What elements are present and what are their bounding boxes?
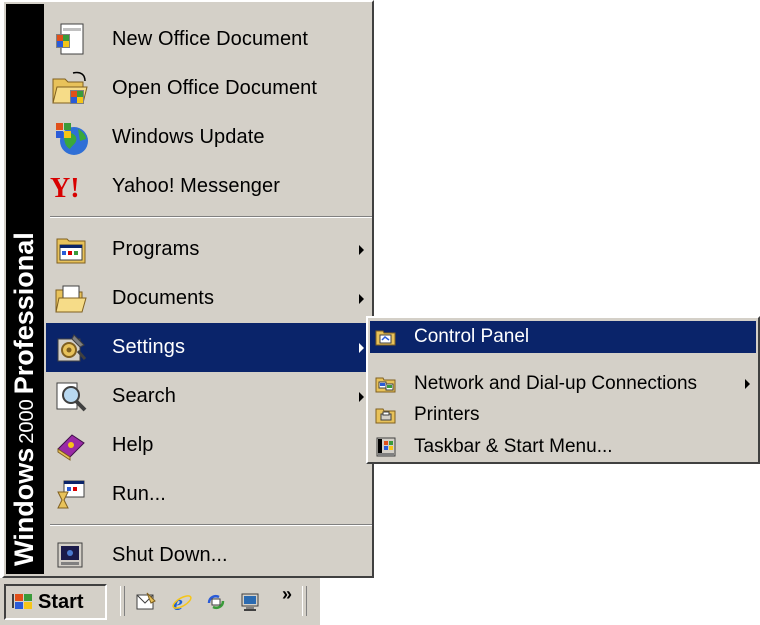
submenu-item-label: Network and Dial-up Connections <box>414 373 698 394</box>
menu-item-label: Open Office Document <box>112 77 318 99</box>
new-office-document-icon <box>46 15 96 64</box>
submenu-item-label: Control Panel <box>414 326 530 347</box>
submenu-arrow-icon <box>359 293 364 304</box>
menu-separator <box>50 524 372 526</box>
settings-submenu: Control Panel Network and Dial-up Connec… <box>366 316 760 464</box>
menu-item-settings[interactable]: Settings <box>46 323 372 372</box>
printers-folder-icon <box>374 403 398 427</box>
menu-item-label: Search <box>112 385 176 407</box>
banner-edition: Professional <box>9 232 39 394</box>
banner-brand: Windows <box>9 448 39 566</box>
outlook-express-icon[interactable] <box>134 590 158 614</box>
menu-item-search[interactable]: Search <box>46 372 372 421</box>
windows-logo-icon <box>12 592 34 612</box>
svg-text:Y!: Y! <box>50 173 80 202</box>
menu-item-label: Documents <box>112 287 215 309</box>
documents-folder-icon <box>46 274 96 323</box>
submenu-item-control-panel[interactable]: Control Panel <box>370 321 756 353</box>
submenu-arrow-icon <box>745 379 750 389</box>
start-button[interactable]: Start <box>4 584 107 620</box>
shut-down-icon <box>46 531 96 580</box>
start-label: Start <box>38 590 84 613</box>
menu-item-label: Programs <box>112 238 200 260</box>
svg-text:Windows2000Professional: Windows 2000 Professional <box>9 232 39 566</box>
programs-icon <box>46 225 96 274</box>
taskbar-icon <box>374 435 398 459</box>
submenu-item-network-and-dial-up-connections[interactable]: Network and Dial-up Connections <box>370 368 756 400</box>
menu-item-label: Shut Down... <box>112 544 228 566</box>
banner-version: 2000 <box>16 399 38 444</box>
menu-item-shut-down[interactable]: Shut Down... <box>46 531 372 580</box>
menu-item-label: Windows Update <box>112 126 265 148</box>
taskbar-divider <box>302 586 307 616</box>
quick-launch-more-chevron[interactable]: » <box>282 584 292 605</box>
run-icon <box>46 470 96 519</box>
submenu-arrow-icon <box>359 244 364 255</box>
menu-item-new-office-document[interactable]: New Office Document <box>46 15 372 64</box>
submenu-item-label: Printers <box>414 404 480 425</box>
submenu-item-label: Taskbar & Start Menu... <box>414 436 613 457</box>
menu-item-label: Settings <box>112 336 186 358</box>
control-panel-icon <box>374 325 398 349</box>
menu-item-label: Help <box>112 434 154 456</box>
quick-launch-grip[interactable] <box>120 586 125 616</box>
submenu-arrow-icon <box>359 342 364 353</box>
settings-icon <box>46 323 96 372</box>
show-desktop-icon[interactable] <box>238 590 262 614</box>
open-office-document-icon <box>46 64 96 113</box>
taskbar: Start e » <box>0 578 320 625</box>
windows-2000-professional-banner: Windows 2000 Professional <box>6 4 44 574</box>
submenu-item-printers[interactable]: Printers <box>370 399 756 431</box>
menu-item-programs[interactable]: Programs <box>46 225 372 274</box>
yahoo-logo-icon: Y! <box>46 162 96 211</box>
windows-explorer-icon[interactable] <box>204 590 228 614</box>
menu-item-yahoo-messenger[interactable]: Y! Yahoo! Messenger <box>46 162 372 211</box>
menu-item-label: Yahoo! Messenger <box>112 175 280 197</box>
submenu-item-taskbar-and-start-menu[interactable]: Taskbar & Start Menu... <box>370 431 756 463</box>
menu-separator <box>50 216 372 218</box>
menu-item-open-office-document[interactable]: Open Office Document <box>46 64 372 113</box>
menu-item-run[interactable]: Run... <box>46 470 372 519</box>
menu-item-label: New Office Document <box>112 28 309 50</box>
menu-item-help[interactable]: Help <box>46 421 372 470</box>
internet-explorer-icon[interactable]: e <box>170 590 194 614</box>
windows-update-globe-icon <box>46 113 96 162</box>
menu-item-windows-update[interactable]: Windows Update <box>46 113 372 162</box>
start-menu: Windows 2000 Professional New Office Docum… <box>2 0 374 578</box>
search-magnifier-icon <box>46 372 96 421</box>
menu-item-label: Run... <box>112 483 166 505</box>
help-book-icon <box>46 421 96 470</box>
menu-item-documents[interactable]: Documents <box>46 274 372 323</box>
submenu-arrow-icon <box>359 391 364 402</box>
network-connections-icon <box>374 372 398 396</box>
